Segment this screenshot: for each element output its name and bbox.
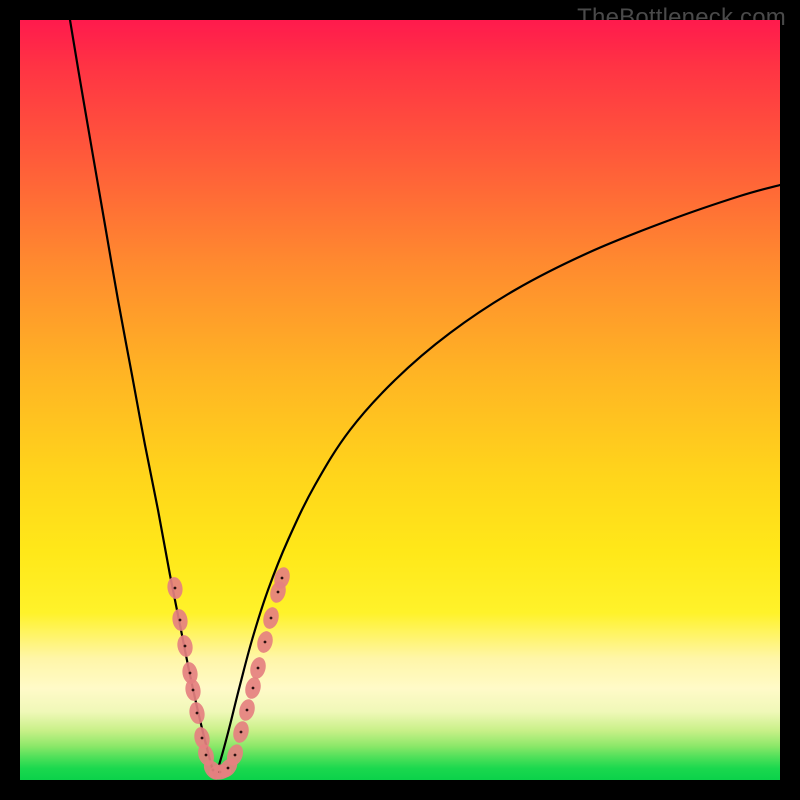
data-marker-dot (257, 667, 260, 670)
data-marker-dot (201, 737, 204, 740)
data-marker-dot (281, 577, 284, 580)
curve-right-branch (215, 185, 780, 778)
data-marker-dot (264, 641, 267, 644)
data-marker-dot (192, 689, 195, 692)
data-marker-dot (184, 645, 187, 648)
data-marker-dot (240, 731, 243, 734)
plot-area (20, 20, 780, 780)
data-marker-dot (189, 672, 192, 675)
data-marker-dot (246, 709, 249, 712)
data-marker-dot (252, 687, 255, 690)
data-marker-group (166, 565, 292, 780)
data-marker-dot (205, 754, 208, 757)
data-marker-dot (270, 617, 273, 620)
data-marker-dot (174, 587, 177, 590)
data-marker-dot (277, 591, 280, 594)
data-marker-dot (196, 712, 199, 715)
data-marker-dot (227, 767, 230, 770)
data-marker-dot (234, 754, 237, 757)
data-marker-dot (179, 619, 182, 622)
chart-frame: TheBottleneck.com (0, 0, 800, 800)
curve-layer (20, 20, 780, 780)
